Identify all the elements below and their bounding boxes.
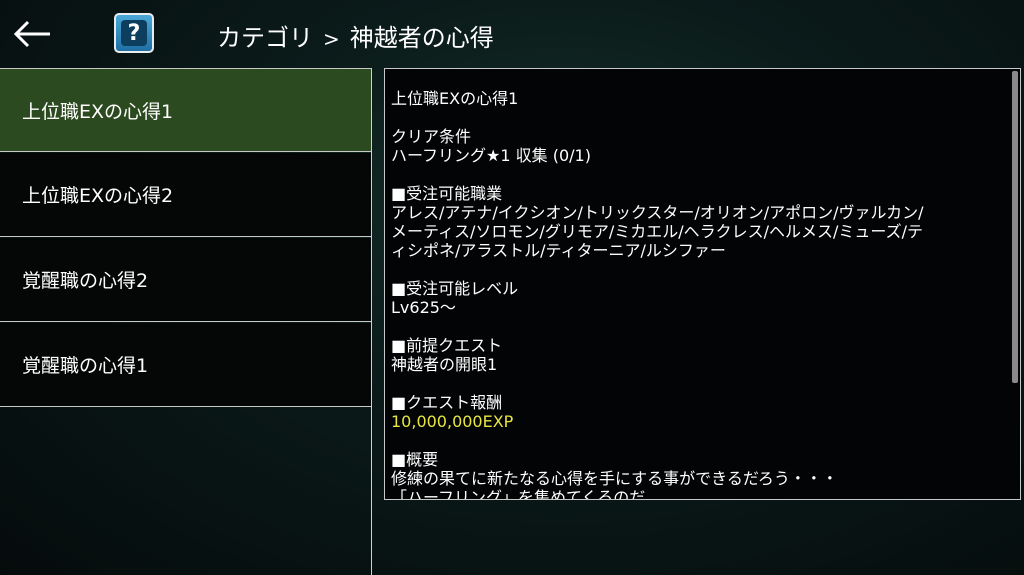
- breadcrumb-separator: >: [323, 27, 340, 51]
- summary-line: 修練の果てに新たなる心得を手にする事ができるだろう・・・: [391, 469, 838, 488]
- top-bar: ? カテゴリ > 神越者の心得: [0, 0, 1024, 68]
- reward-value: 10,000,000EXP: [391, 412, 514, 431]
- quest-detail-panel[interactable]: 上位職EXの心得1 クリア条件 ハーフリング★1 収集 (0/1) ■受注可能職…: [384, 68, 1021, 500]
- summary-line: 「ハーフリング」を集めてくるのだ: [391, 488, 646, 500]
- jobs-line: アレス/アテナ/イクシオン/トリックスター/オリオン/アポロン/ヴァルカン/: [391, 203, 924, 222]
- clear-condition-heading: クリア条件: [391, 127, 472, 146]
- quest-list: 上位職EXの心得1 上位職EXの心得2 覚醒職の心得2 覚醒職の心得1: [0, 68, 372, 575]
- quest-detail-content: 上位職EXの心得1 クリア条件 ハーフリング★1 収集 (0/1) ■受注可能職…: [391, 89, 1006, 500]
- prereq-quest: 神越者の開眼1: [391, 355, 498, 374]
- jobs-line: ィシポネ/アラストル/ティターニア/ルシファー: [391, 241, 726, 260]
- jobs-heading: ■受注可能職業: [391, 184, 503, 203]
- arrow-left-icon: [13, 20, 50, 48]
- help-button[interactable]: ?: [114, 13, 154, 53]
- breadcrumb-category[interactable]: カテゴリ: [217, 24, 313, 52]
- quest-item-label: 覚醒職の心得2: [22, 270, 149, 292]
- level-heading: ■受注可能レベル: [391, 279, 519, 298]
- breadcrumb: カテゴリ > 神越者の心得: [217, 18, 494, 53]
- clear-condition: ハーフリング★1 収集 (0/1): [391, 146, 591, 165]
- prereq-heading: ■前提クエスト: [391, 336, 503, 355]
- back-button[interactable]: [12, 16, 54, 52]
- detail-scrollbar[interactable]: [1012, 71, 1018, 383]
- quest-item-label: 覚醒職の心得1: [22, 355, 149, 377]
- required-level: Lv625～: [391, 298, 456, 317]
- reward-heading: ■クエスト報酬: [391, 393, 503, 412]
- quest-item-awakening-1[interactable]: 覚醒職の心得1: [0, 323, 371, 407]
- quest-item-label: 上位職EXの心得1: [22, 100, 174, 123]
- quest-item-awakening-2[interactable]: 覚醒職の心得2: [0, 238, 371, 322]
- jobs-line: メーティス/ソロモン/グリモア/ミカエル/ヘラクレス/ヘルメス/ミューズ/テ: [391, 222, 923, 241]
- breadcrumb-current: 神越者の心得: [349, 24, 494, 52]
- summary-heading: ■概要: [391, 450, 439, 469]
- quest-item-ex-2[interactable]: 上位職EXの心得2: [0, 153, 371, 237]
- question-mark-icon: ?: [121, 20, 147, 46]
- quest-item-label: 上位職EXの心得2: [22, 185, 174, 207]
- quest-item-ex-1[interactable]: 上位職EXの心得1: [0, 68, 371, 152]
- quest-title: 上位職EXの心得1: [391, 89, 519, 108]
